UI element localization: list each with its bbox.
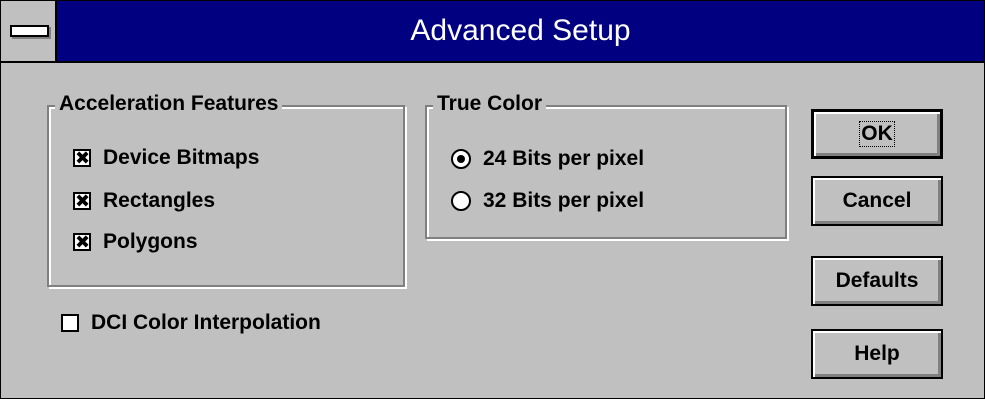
checkbox-box[interactable]: ✖ <box>73 232 91 252</box>
checkmark-icon: ✖ <box>75 191 91 211</box>
ok-button-label: OK <box>859 121 895 147</box>
radio-button[interactable] <box>451 149 471 169</box>
defaults-button[interactable]: Defaults <box>811 256 943 306</box>
acceleration-features-group: Acceleration Features ✖ Device Bitmaps ✖… <box>47 92 405 287</box>
checkbox-box[interactable]: ✖ <box>73 148 91 168</box>
title-bar[interactable]: Advanced Setup <box>1 1 984 63</box>
checkmark-icon: ✖ <box>75 232 91 252</box>
help-button[interactable]: Help <box>811 329 943 379</box>
checkbox-label: Device Bitmaps <box>103 146 260 169</box>
true-color-title: True Color <box>433 92 547 116</box>
acceleration-features-title: Acceleration Features <box>55 92 283 116</box>
defaults-button-label: Defaults <box>835 269 919 292</box>
checkbox-rectangles[interactable]: ✖ Rectangles <box>73 187 215 215</box>
radio-label: 24 Bits per pixel <box>483 147 645 170</box>
dialog-title: Advanced Setup <box>410 14 631 47</box>
checkbox-device-bitmaps[interactable]: ✖ Device Bitmaps <box>73 144 259 172</box>
checkmark-icon: ✖ <box>75 148 91 168</box>
checkbox-label: Polygons <box>103 230 198 253</box>
ok-button[interactable]: OK <box>811 109 943 159</box>
system-menu-icon <box>10 25 49 37</box>
radio-label: 32 Bits per pixel <box>483 189 645 212</box>
cancel-button[interactable]: Cancel <box>811 176 943 226</box>
help-button-label: Help <box>854 342 900 365</box>
radio-button[interactable] <box>451 191 471 211</box>
radio-32-bits[interactable]: 32 Bits per pixel <box>451 187 644 215</box>
radio-dot-icon <box>457 155 465 163</box>
radio-24-bits[interactable]: 24 Bits per pixel <box>451 145 644 173</box>
cancel-button-label: Cancel <box>842 189 912 212</box>
checkbox-label: Rectangles <box>103 189 216 212</box>
advanced-setup-dialog: Advanced Setup Acceleration Features ✖ D… <box>0 0 985 399</box>
checkbox-box[interactable]: ✖ <box>73 191 91 211</box>
checkbox-label: DCI Color Interpolation <box>91 311 321 334</box>
checkbox-dci-color-interpolation[interactable]: DCI Color Interpolation <box>61 309 321 337</box>
checkbox-polygons[interactable]: ✖ Polygons <box>73 228 198 256</box>
true-color-group: True Color 24 Bits per pixel 32 Bits per… <box>425 92 787 239</box>
system-menu-button[interactable] <box>1 1 57 61</box>
checkbox-box[interactable] <box>61 314 79 332</box>
